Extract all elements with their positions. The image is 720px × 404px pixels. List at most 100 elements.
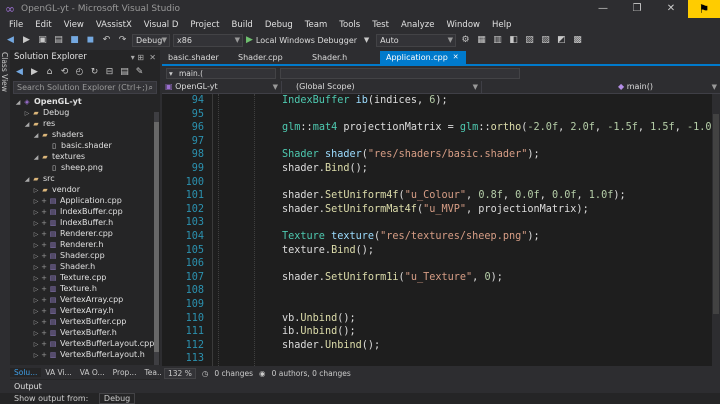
code-line[interactable]: 96 glm::mat4 projectionMatrix = glm::orth… <box>162 121 720 135</box>
zoom-level[interactable]: 132 % <box>164 367 196 379</box>
menu-help[interactable]: Help <box>486 20 517 30</box>
tree-item[interactable]: ▷ + ▤ VertexBufferLayout.cpp <box>10 338 160 349</box>
forward-icon[interactable]: ▶ <box>20 34 33 47</box>
settings-icon[interactable]: ✎ <box>133 66 146 79</box>
preview-tab[interactable]: ▾ main.( <box>166 67 276 79</box>
save-icon[interactable]: ■ <box>68 34 81 47</box>
start-debugging-icon[interactable]: ▶ <box>246 35 253 45</box>
new-project-icon[interactable]: ▣ <box>36 34 49 47</box>
menu-build[interactable]: Build <box>225 20 258 30</box>
tree-item[interactable]: ▷ ▰ Debug <box>10 107 160 118</box>
code-line[interactable]: 100 <box>162 176 720 190</box>
authors-count[interactable]: 0 authors, 0 changes <box>272 369 351 378</box>
menu-view[interactable]: View <box>58 20 90 30</box>
back-icon[interactable]: ◀ <box>13 66 26 79</box>
panel-tab[interactable]: VA O... <box>76 368 109 377</box>
code-line[interactable]: 111 ib.Unbind(); <box>162 325 720 339</box>
tree-item[interactable]: ▷ + ▥ Shader.h <box>10 261 160 272</box>
code-line[interactable]: 107 shader.SetUniform1i("u_Texture", 0); <box>162 271 720 285</box>
tree-item[interactable]: ◢ ◈ OpenGL-yt <box>10 96 160 107</box>
code-line[interactable]: 102 shader.SetUniformMat4f("u_MVP", proje… <box>162 203 720 217</box>
tree-item[interactable]: ▯ basic.shader <box>10 140 160 151</box>
collapsed-arrow-icon[interactable]: ▷ <box>32 350 40 361</box>
close-button[interactable]: ✕ <box>654 0 688 18</box>
member-dropdown[interactable]: ◆ main() ▼ <box>482 81 720 93</box>
show-files-icon[interactable]: ▤ <box>118 66 131 79</box>
scrollbar-thumb[interactable] <box>154 122 159 352</box>
menu-team[interactable]: Team <box>299 20 333 30</box>
tree-item[interactable]: ◢ ▰ res <box>10 118 160 129</box>
redo-icon[interactable]: ↷ <box>116 34 129 47</box>
search-icon[interactable]: ⌕ <box>149 82 153 93</box>
changes-count[interactable]: 0 changes <box>214 369 253 378</box>
tool-icon[interactable]: ◩ <box>555 34 568 47</box>
menu-visual-d[interactable]: Visual D <box>138 20 185 30</box>
tool-icon[interactable]: ⚙ <box>459 34 472 47</box>
tree-item[interactable]: ◢ ▰ textures <box>10 151 160 162</box>
panel-tab[interactable]: Prop... <box>109 368 141 377</box>
document-tab[interactable]: Shader.h <box>306 51 380 64</box>
code-line[interactable]: 98 Shader shader("res/shaders/basic.shade… <box>162 148 720 162</box>
code-line[interactable]: 99 shader.Bind(); <box>162 162 720 176</box>
menu-test[interactable]: Test <box>366 20 395 30</box>
notification-flag-icon[interactable]: ⚑ <box>688 0 720 18</box>
code-line[interactable]: 113 <box>162 352 720 366</box>
tree-item[interactable]: ▷ + ▤ IndexBuffer.cpp <box>10 206 160 217</box>
menu-file[interactable]: File <box>3 20 29 30</box>
menu-edit[interactable]: Edit <box>29 20 57 30</box>
undo-icon[interactable]: ↶ <box>100 34 113 47</box>
tool-icon[interactable]: ▥ <box>491 34 504 47</box>
tree-item[interactable]: ▷ + ▥ Texture.h <box>10 283 160 294</box>
code-line[interactable]: 105 texture.Bind(); <box>162 244 720 258</box>
menu-vassistx[interactable]: VAssistX <box>90 20 138 30</box>
tree-item[interactable]: ▷ + ▤ Texture.cpp <box>10 272 160 283</box>
code-line[interactable]: 112 shader.Unbind(); <box>162 339 720 353</box>
panel-tab[interactable]: Solu... <box>10 367 42 377</box>
preview-filter-input[interactable] <box>280 67 520 79</box>
sync-icon[interactable]: ⟲ <box>58 66 71 79</box>
tree-item[interactable]: ▷ + ▥ VertexBuffer.h <box>10 327 160 338</box>
tree-item[interactable]: ▯ sheep.png <box>10 162 160 173</box>
document-tab[interactable]: basic.shader <box>162 51 232 64</box>
menu-debug[interactable]: Debug <box>259 20 299 30</box>
tree-item[interactable]: ▷ + ▤ Renderer.cpp <box>10 228 160 239</box>
tree-item[interactable]: ▷ + ▤ Application.cpp <box>10 195 160 206</box>
collapse-icon[interactable]: ⊟ <box>103 66 116 79</box>
configuration-select[interactable]: Debug ▼ <box>132 33 170 47</box>
history-icon[interactable]: ◴ <box>73 66 86 79</box>
pin-icon[interactable]: ▾ ⊞ <box>131 53 144 62</box>
tree-item[interactable]: ▷ + ▤ VertexBuffer.cpp <box>10 316 160 327</box>
project-dropdown[interactable]: ▣ OpenGL-yt ▼ <box>162 80 282 93</box>
close-tab-icon[interactable]: ✕ <box>453 51 459 64</box>
scope-dropdown[interactable]: (Global Scope) ▼ <box>282 80 482 93</box>
maximize-button[interactable]: ❐ <box>620 0 654 18</box>
tool-icon[interactable]: ▦ <box>475 34 488 47</box>
tree-item[interactable]: ▷ + ▥ VertexBufferLayout.h <box>10 349 160 360</box>
tree-scrollbar[interactable] <box>154 112 159 377</box>
menu-analyze[interactable]: Analyze <box>395 20 441 30</box>
code-line[interactable]: 106 <box>162 257 720 271</box>
tree-item[interactable]: ▷ + ▥ IndexBuffer.h <box>10 217 160 228</box>
panel-tab[interactable]: VA Vi... <box>41 368 75 377</box>
refresh-icon[interactable]: ↻ <box>88 66 101 79</box>
document-tab[interactable]: Application.cpp ✕ <box>380 51 466 64</box>
code-line[interactable]: 108 <box>162 284 720 298</box>
editor-scrollbar[interactable] <box>712 94 720 366</box>
tool-icon[interactable]: ▧ <box>523 34 536 47</box>
menu-tools[interactable]: Tools <box>333 20 366 30</box>
minimize-button[interactable]: — <box>586 0 620 18</box>
scrollbar-thumb[interactable] <box>713 114 719 314</box>
code-line[interactable]: 104 Texture texture("res/textures/sheep.p… <box>162 230 720 244</box>
tool-icon[interactable]: ▨ <box>539 34 552 47</box>
output-source-select[interactable]: Debug <box>98 393 136 404</box>
class-view-label[interactable]: Class View <box>0 52 9 92</box>
tree-item[interactable]: ▷ + ▥ Renderer.h <box>10 239 160 250</box>
tree-item[interactable]: ◢ ▰ src <box>10 173 160 184</box>
code-line[interactable]: 97 <box>162 135 720 149</box>
tree-item[interactable]: ▷ + ▤ Shader.cpp <box>10 250 160 261</box>
tree-item[interactable]: ◢ ▰ shaders <box>10 129 160 140</box>
debugger-button[interactable]: Local Windows Debugger <box>256 36 357 45</box>
close-icon[interactable]: ✕ <box>149 53 156 62</box>
chevron-down-icon[interactable]: ▼ <box>360 34 373 47</box>
save-all-icon[interactable]: ◼ <box>84 34 97 47</box>
